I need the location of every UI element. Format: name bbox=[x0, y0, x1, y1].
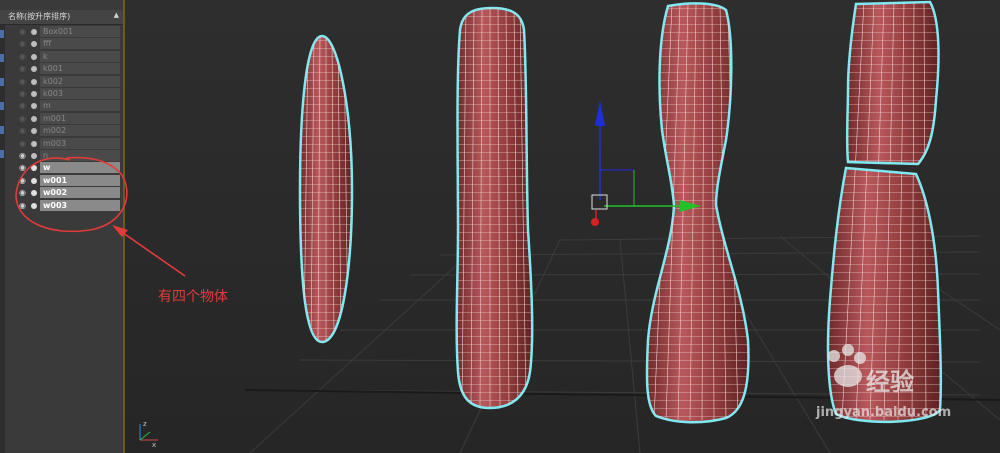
watermark-url-text: jingyan.baidu.com bbox=[816, 405, 952, 420]
baidu-jingyan-watermark: 经验 jingyan.baidu.com bbox=[814, 342, 994, 432]
annotation-text: 有四个物体 bbox=[158, 289, 228, 305]
annotation-circle bbox=[15, 156, 128, 233]
paw-logo-icon bbox=[828, 344, 866, 387]
annotation-arrow bbox=[115, 227, 186, 277]
watermark-brand-text: 经验 bbox=[866, 368, 914, 396]
